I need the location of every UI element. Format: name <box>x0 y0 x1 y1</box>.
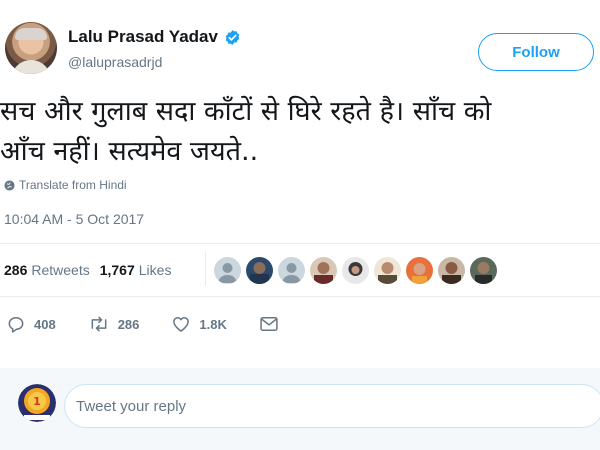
author-name[interactable]: Lalu Prasad Yadav <box>68 27 218 47</box>
tweet-actions: 408 286 1.8K <box>6 314 311 334</box>
engagement-stats: 286 Retweets 1,767 Likes <box>4 262 171 278</box>
divider-top <box>0 243 600 244</box>
reply-icon <box>8 317 24 333</box>
likes-stat[interactable]: 1,767 Likes <box>100 262 172 278</box>
liker-avatar[interactable] <box>278 257 305 284</box>
stats-separator <box>205 252 206 286</box>
tweet-text-line-1: सच और गुलाब सदा काँटों से घिरे रहते है। … <box>0 96 492 127</box>
liker-avatar[interactable] <box>246 257 273 284</box>
avatar-hair <box>15 28 47 40</box>
globe-icon <box>4 179 15 191</box>
direct-message-action[interactable] <box>259 315 279 333</box>
liker-avatar[interactable] <box>438 257 465 284</box>
retweets-label: Retweets <box>31 262 90 278</box>
author-handle[interactable]: @laluprasadrjd <box>68 54 162 70</box>
divider-bottom <box>0 296 600 297</box>
retweets-stat[interactable]: 286 Retweets <box>4 262 90 278</box>
heart-icon <box>173 317 190 332</box>
translate-link[interactable]: Translate from Hindi <box>4 178 127 192</box>
retweet-action[interactable]: 286 <box>88 314 140 334</box>
svg-text:1: 1 <box>33 395 41 408</box>
reply-placeholder: Tweet your reply <box>76 397 187 415</box>
follow-button[interactable]: Follow <box>478 33 594 71</box>
like-action[interactable]: 1.8K <box>171 314 227 334</box>
retweets-count: 286 <box>4 262 28 278</box>
liker-avatars <box>214 257 497 284</box>
tweet-text-line-2: आँच नहीं। सत्यमेव जयते.. <box>0 136 259 167</box>
author-name-row[interactable]: Lalu Prasad Yadav <box>68 27 241 47</box>
retweet-count: 286 <box>117 316 140 332</box>
avatar-body <box>11 60 51 74</box>
liker-avatar[interactable] <box>342 257 369 284</box>
like-count: 1.8K <box>199 316 227 332</box>
likes-count: 1,767 <box>99 262 135 278</box>
tweet-text: सच और गुलाब सदा काँटों से घिरे रहते है। … <box>0 92 598 172</box>
reply-count: 408 <box>34 316 56 332</box>
current-user-avatar[interactable]: 1 <box>18 384 56 422</box>
liker-avatar[interactable] <box>470 257 497 284</box>
reply-input[interactable]: Tweet your reply <box>64 384 600 428</box>
tweet-timestamp[interactable]: 10:04 AM - 5 Oct 2017 <box>4 211 144 227</box>
likes-label: Likes <box>138 262 172 278</box>
tweet-card: Lalu Prasad Yadav @laluprasadrjd Follow … <box>0 0 600 370</box>
liker-avatar[interactable] <box>214 257 241 284</box>
liker-avatar[interactable] <box>310 257 337 284</box>
author-avatar[interactable] <box>5 22 57 74</box>
translate-label[interactable]: Translate from Hindi <box>19 178 127 192</box>
retweet-icon <box>91 316 107 332</box>
verified-badge-icon <box>225 29 240 45</box>
liker-avatar[interactable] <box>374 257 401 284</box>
liker-avatar[interactable] <box>406 257 433 284</box>
reply-action[interactable]: 408 <box>6 314 56 334</box>
envelope-icon <box>260 317 278 331</box>
